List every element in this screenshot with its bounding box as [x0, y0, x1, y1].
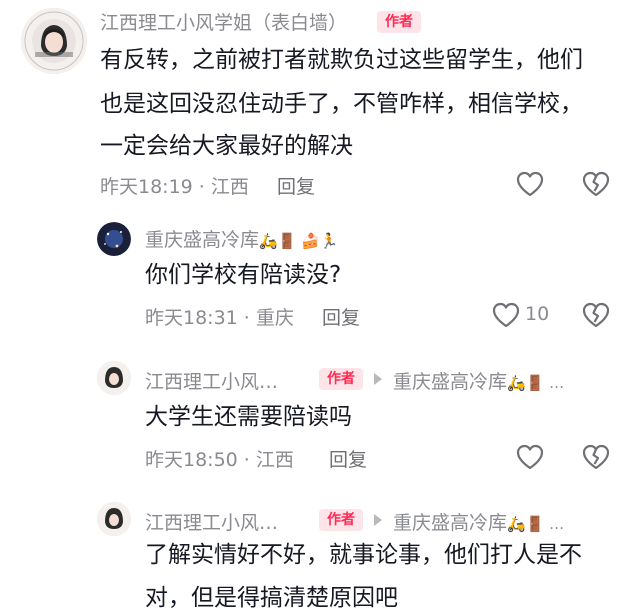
- timestamp: 昨天18:31: [145, 307, 238, 329]
- comment-text-line: 了解实情好不好，就事论事，他们打人是不: [145, 542, 582, 568]
- reply-to-name-text: 重庆盛高冷库: [393, 371, 508, 393]
- broken-heart-icon: [582, 444, 610, 470]
- broken-heart-icon: [582, 171, 610, 197]
- comment-meta: 昨天18:50 · 江西: [145, 449, 294, 471]
- name-emoji: 🛵🚪 🍰🏃: [259, 232, 339, 250]
- reply-button[interactable]: 回复: [329, 445, 367, 472]
- heart-outline-icon: [492, 302, 520, 328]
- comment-text-line: 一定会给大家最好的解决: [100, 133, 353, 159]
- reply-button[interactable]: 回复: [322, 303, 360, 330]
- location: 江西: [210, 176, 249, 198]
- comment-text: 你们学校有陪读没?: [145, 262, 342, 288]
- reply-to-name[interactable]: 重庆盛高冷库🛵🚪 …: [393, 508, 564, 535]
- timestamp: 昨天18:50: [145, 449, 238, 471]
- avatar[interactable]: [97, 502, 131, 536]
- commenter-name[interactable]: 江西理工小风学姐（表白墙）: [100, 8, 347, 35]
- comment-4: 江西理工小风… 作者 重庆盛高冷库🛵🚪 … 了解实情好不好，就事论事，他们打人是…: [0, 493, 640, 611]
- reply-arrow-icon: [374, 373, 382, 385]
- comment-2: 重庆盛高冷库🛵🚪 🍰🏃 你们学校有陪读没? 昨天18:31 · 重庆 回复 10: [0, 212, 640, 342]
- avatar[interactable]: [97, 222, 131, 256]
- comment-meta: 昨天18:31 · 重庆: [145, 307, 294, 329]
- location: 江西: [255, 449, 294, 471]
- dislike-button[interactable]: [581, 300, 611, 330]
- avatar-image: [97, 222, 131, 256]
- dislike-button[interactable]: [581, 169, 611, 199]
- location: 重庆: [255, 307, 294, 329]
- reply-arrow-icon: [374, 514, 382, 526]
- avatar-image: [97, 361, 131, 395]
- comment-1: 江西理工小风学姐（表白墙） 作者 有反转，之前被打者就欺负过这些留学生，他们 也…: [0, 0, 640, 210]
- author-tag: 作者: [377, 11, 421, 33]
- avatar[interactable]: [97, 361, 131, 395]
- commenter-name-text: 重庆盛高冷库: [145, 229, 260, 251]
- timestamp: 昨天18:19: [100, 176, 193, 198]
- avatar-image: [97, 502, 131, 536]
- like-button[interactable]: [515, 442, 545, 472]
- comment-text: 大学生还需要陪读吗: [145, 404, 352, 430]
- author-tag: 作者: [319, 509, 363, 531]
- heart-outline-icon: [516, 171, 544, 197]
- comment-text-line: 对，但是得搞清楚原因吧: [145, 585, 398, 611]
- comment-3: 江西理工小风… 作者 重庆盛高冷库🛵🚪 … 大学生还需要陪读吗 昨天18:50 ·…: [0, 352, 640, 487]
- comment-text-line: 有反转，之前被打者就欺负过这些留学生，他们: [100, 47, 583, 73]
- name-emoji: 🛵🚪 …: [507, 374, 565, 392]
- dislike-button[interactable]: [581, 442, 611, 472]
- comment-text-line: 也是这回没忍住动手了，不管咋样，相信学校，: [100, 91, 583, 117]
- broken-heart-icon: [582, 302, 610, 328]
- comment-meta: 昨天18:19 · 江西: [100, 176, 249, 198]
- like-count: 10: [525, 303, 550, 325]
- heart-outline-icon: [516, 444, 544, 470]
- like-button[interactable]: [491, 300, 521, 330]
- reply-to-name-text: 重庆盛高冷库: [393, 512, 508, 534]
- author-tag: 作者: [319, 368, 363, 390]
- commenter-name[interactable]: 重庆盛高冷库🛵🚪 🍰🏃: [145, 225, 339, 252]
- commenter-name[interactable]: 江西理工小风…: [145, 367, 278, 394]
- name-emoji: 🛵🚪 …: [507, 515, 565, 533]
- commenter-name[interactable]: 江西理工小风…: [145, 508, 278, 535]
- avatar[interactable]: [21, 8, 87, 74]
- reply-to-name[interactable]: 重庆盛高冷库🛵🚪 …: [393, 367, 564, 394]
- avatar-image: [21, 8, 87, 74]
- like-button[interactable]: [515, 169, 545, 199]
- reply-button[interactable]: 回复: [277, 172, 315, 199]
